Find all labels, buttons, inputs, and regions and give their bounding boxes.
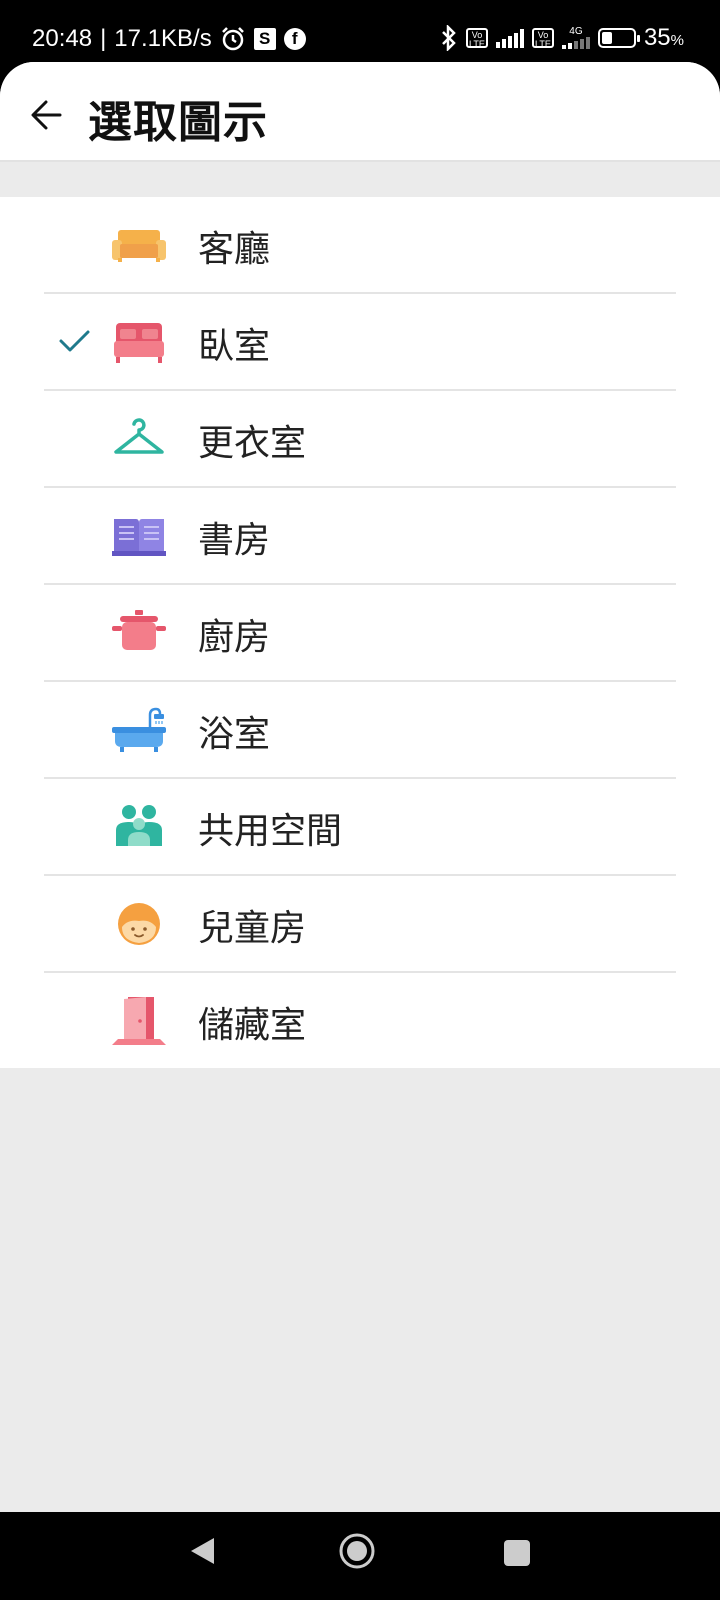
item-label: 更衣室	[198, 423, 307, 464]
list-item[interactable]: 儲藏室	[0, 973, 720, 1068]
4g-signal-icon: 4G	[561, 26, 590, 49]
page-title: 選取圖示	[88, 97, 268, 148]
list-item-selected[interactable]: 臥室	[0, 294, 720, 389]
network-speed: 17.1KB/s	[114, 25, 212, 52]
book-icon	[112, 519, 166, 556]
battery-icon	[597, 28, 640, 48]
sofa-icon	[112, 230, 166, 262]
item-label: 客廳	[198, 229, 271, 270]
separator: |	[100, 25, 107, 52]
status-right: Vo LTE Vo LTE 4G 35%	[440, 24, 684, 52]
facebook-icon: f	[283, 28, 306, 50]
list-item[interactable]: 浴室	[0, 682, 720, 777]
nav-home-icon[interactable]	[338, 1532, 376, 1570]
arrow-left-icon[interactable]	[24, 90, 74, 140]
list-item[interactable]: 更衣室	[0, 391, 720, 486]
app-screen: 選取圖示 客廳 臥室 更衣室 書房 廚房 浴室 共用空間 兒童房 儲藏室	[0, 62, 720, 1512]
list-item[interactable]: 共用空間	[0, 779, 720, 874]
net-type: 4G	[569, 26, 583, 37]
list-item[interactable]: 兒童房	[0, 876, 720, 971]
item-label: 兒童房	[198, 908, 307, 949]
battery-percent: 35	[643, 24, 671, 51]
alarm-icon	[221, 27, 244, 51]
volte-icon-2: Vo LTE	[531, 28, 554, 49]
battery-unit: %	[670, 32, 684, 49]
app-header: 選取圖示	[0, 62, 720, 162]
child-face-icon	[118, 903, 160, 945]
bluetooth-icon	[442, 25, 456, 51]
pot-icon	[112, 610, 166, 650]
nav-back-icon[interactable]	[188, 1536, 216, 1566]
item-label: 廚房	[198, 617, 271, 658]
item-label: 臥室	[198, 326, 271, 367]
item-label: 浴室	[198, 714, 271, 755]
list-item[interactable]: 廚房	[0, 585, 720, 680]
battery-level: 35%	[644, 24, 684, 52]
item-label: 共用空間	[198, 811, 343, 852]
status-left: 20:48 | 17.1KB/s S f	[32, 25, 306, 53]
nav-recent-icon[interactable]	[504, 1540, 530, 1566]
bed-icon	[114, 323, 164, 363]
list-item[interactable]: 書房	[0, 488, 720, 583]
item-label: 書房	[198, 520, 271, 561]
system-nav-bar	[0, 1512, 720, 1600]
item-label: 儲藏室	[198, 1005, 307, 1046]
room-icon-list: 客廳 臥室 更衣室 書房 廚房 浴室 共用空間 兒童房 儲藏室	[0, 197, 720, 1068]
people-icon	[116, 805, 162, 846]
bathtub-icon	[112, 707, 166, 752]
door-icon	[112, 997, 166, 1045]
signal-icon	[495, 28, 524, 48]
hanger-icon	[114, 418, 164, 454]
clock: 20:48	[32, 25, 93, 52]
volte-icon: Vo LTE	[465, 28, 488, 49]
checkmark-icon	[59, 330, 90, 352]
s-app-icon: S	[253, 28, 276, 50]
list-item[interactable]: 客廳	[0, 197, 720, 292]
